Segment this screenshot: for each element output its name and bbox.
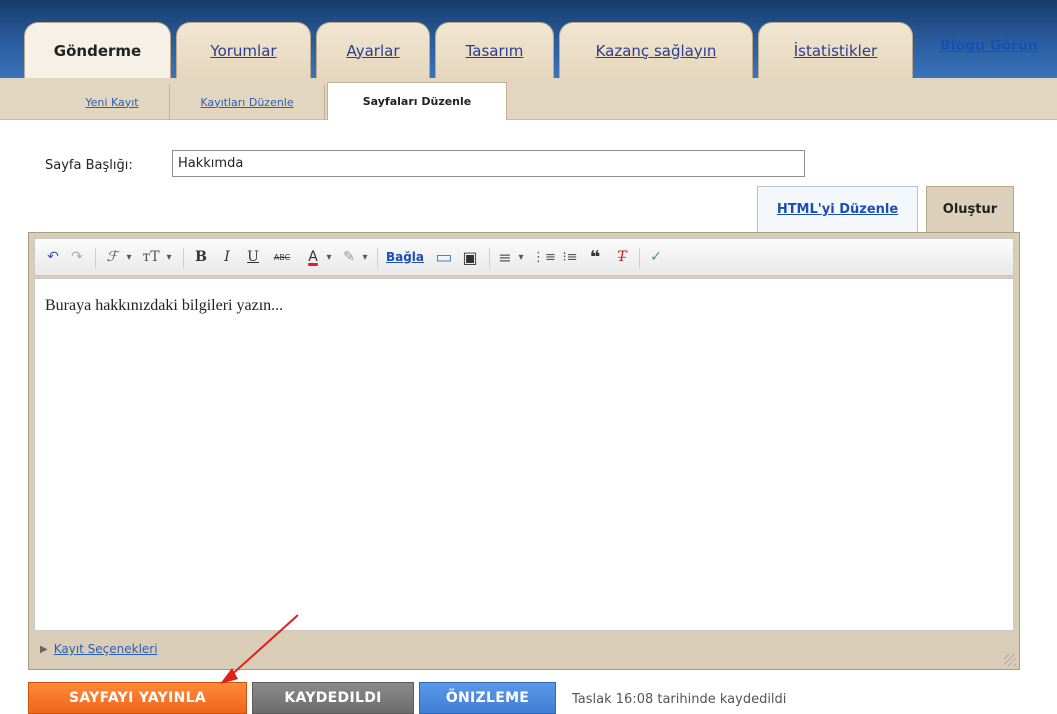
- tab-settings[interactable]: Ayarlar: [316, 22, 430, 78]
- chevron-down-icon[interactable]: ▾: [163, 244, 175, 270]
- chevron-down-icon[interactable]: ▾: [515, 244, 527, 270]
- editor-text-area[interactable]: Buraya hakkınızdaki bilgileri yazın...: [34, 278, 1014, 631]
- font-size-icon[interactable]: тT: [139, 244, 163, 270]
- quote-icon[interactable]: ❝: [585, 244, 605, 270]
- italic-button[interactable]: I: [217, 244, 237, 270]
- subtab-new-post[interactable]: Yeni Kayıt: [55, 84, 170, 120]
- preview-button[interactable]: ÖNIZLEME: [419, 682, 556, 714]
- toolbar-separator: [489, 248, 490, 268]
- spellcheck-icon[interactable]: ✓: [645, 244, 667, 270]
- undo-icon[interactable]: ↶: [43, 244, 63, 270]
- sub-tabs-strip: Yeni Kayıt Kayıtları Düzenle: [0, 78, 1057, 120]
- editor-toolbar: ↶ ↷ ℱ ▾ тT ▾ B I U ABC A ▾ ✎ ▾ Bağla ▭ ▣…: [34, 238, 1014, 276]
- font-family-icon[interactable]: ℱ: [101, 244, 123, 270]
- tab-posting[interactable]: Gönderme: [24, 22, 171, 79]
- clear-format-icon[interactable]: T̶: [611, 244, 633, 270]
- resize-grip-icon[interactable]: [1004, 654, 1016, 666]
- tab-monetize[interactable]: Kazanç sağlayın: [559, 22, 753, 78]
- toolbar-separator: [377, 248, 378, 268]
- link-button[interactable]: Bağla: [385, 244, 425, 270]
- tab-comments[interactable]: Yorumlar: [176, 22, 311, 78]
- chevron-down-icon[interactable]: ▾: [359, 244, 371, 270]
- chevron-down-icon[interactable]: ▾: [323, 244, 335, 270]
- numbered-list-icon[interactable]: ⋮≡: [532, 244, 556, 270]
- compose-tab[interactable]: Oluştur: [926, 186, 1014, 232]
- highlight-color-icon[interactable]: ✎: [339, 244, 359, 270]
- bold-button[interactable]: B: [191, 244, 211, 270]
- toolbar-separator: [95, 248, 96, 268]
- text-color-icon[interactable]: A: [303, 244, 323, 270]
- post-options-bar: ▶ Kayıt Seçenekleri: [34, 634, 1014, 664]
- toolbar-separator: [183, 248, 184, 268]
- draft-status-text: Taslak 16:08 tarihinde kaydedildi: [572, 692, 787, 707]
- view-blog-link[interactable]: Blogu Görün: [940, 38, 1038, 54]
- saved-button[interactable]: KAYDEDILDI: [252, 682, 414, 714]
- chevron-down-icon[interactable]: ▾: [123, 244, 135, 270]
- redo-icon[interactable]: ↷: [67, 244, 87, 270]
- tab-design[interactable]: Tasarım: [435, 22, 554, 78]
- editor-content-text: Buraya hakkınızdaki bilgileri yazın...: [45, 297, 284, 314]
- tab-stats[interactable]: İstatistikler: [758, 22, 913, 78]
- page-title-input[interactable]: [172, 150, 805, 177]
- toolbar-separator: [639, 248, 640, 268]
- post-editor: ↶ ↷ ℱ ▾ тT ▾ B I U ABC A ▾ ✎ ▾ Bağla ▭ ▣…: [28, 232, 1020, 670]
- expand-triangle-icon[interactable]: ▶: [40, 644, 48, 655]
- bullet-list-icon[interactable]: ⁝≡: [559, 244, 581, 270]
- align-icon[interactable]: ≡: [495, 244, 515, 270]
- video-icon[interactable]: ▣: [459, 244, 481, 270]
- underline-button[interactable]: U: [243, 244, 263, 270]
- post-options-link[interactable]: Kayıt Seçenekleri: [54, 642, 158, 656]
- strikethrough-button[interactable]: ABC: [269, 244, 295, 270]
- publish-page-button[interactable]: SAYFAYI YAYINLA: [28, 682, 247, 714]
- edit-html-tab[interactable]: HTML'yi Düzenle: [757, 186, 918, 232]
- subtab-edit-pages[interactable]: Sayfaları Düzenle: [327, 82, 507, 120]
- subtab-edit-posts[interactable]: Kayıtları Düzenle: [170, 84, 325, 120]
- page-title-label: Sayfa Başlığı:: [45, 158, 133, 173]
- image-icon[interactable]: ▭: [433, 244, 455, 270]
